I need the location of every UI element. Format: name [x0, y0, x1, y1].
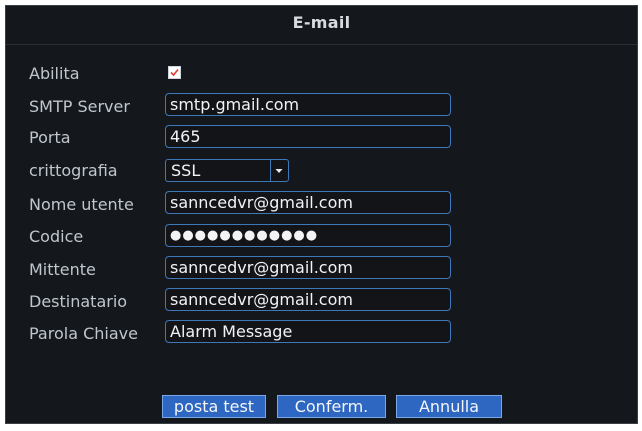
dialog-title: E-mail	[292, 13, 351, 32]
sender-label: Mittente	[29, 260, 96, 279]
password-label: Codice	[29, 227, 84, 246]
checkmark-icon	[170, 68, 179, 77]
smtp-server-label: SMTP Server	[29, 97, 130, 116]
cancel-button[interactable]: Annulla	[396, 395, 502, 418]
title-divider	[6, 44, 637, 45]
encryption-select[interactable]: SSL	[165, 159, 289, 182]
encryption-label: crittografia	[29, 161, 118, 180]
keyword-input[interactable]: Alarm Message	[165, 320, 451, 343]
port-label: Porta	[29, 128, 71, 147]
triangle-down-icon	[275, 169, 283, 173]
recipient-input[interactable]: sanncedvr@gmail.com	[165, 288, 451, 311]
smtp-server-input[interactable]: smtp.gmail.com	[165, 93, 451, 116]
sender-input[interactable]: sanncedvr@gmail.com	[165, 256, 451, 279]
encryption-value: SSL	[171, 161, 201, 180]
username-label: Nome utente	[29, 195, 134, 214]
enable-label: Abilita	[29, 64, 80, 83]
test-email-button[interactable]: posta test	[162, 395, 266, 418]
keyword-label: Parola Chiave	[29, 324, 138, 343]
port-input[interactable]: 465	[165, 125, 451, 148]
username-input[interactable]: sanncedvr@gmail.com	[165, 191, 451, 214]
password-input[interactable]: ●●●●●●●●●●●●	[165, 224, 451, 247]
confirm-button[interactable]: Conferm.	[277, 395, 386, 418]
enable-checkbox[interactable]	[168, 66, 181, 79]
dropdown-arrow-button[interactable]	[270, 160, 288, 181]
recipient-label: Destinatario	[29, 292, 128, 311]
email-settings-dialog: E-mail Abilita SMTP Server Porta crittog…	[5, 5, 638, 424]
